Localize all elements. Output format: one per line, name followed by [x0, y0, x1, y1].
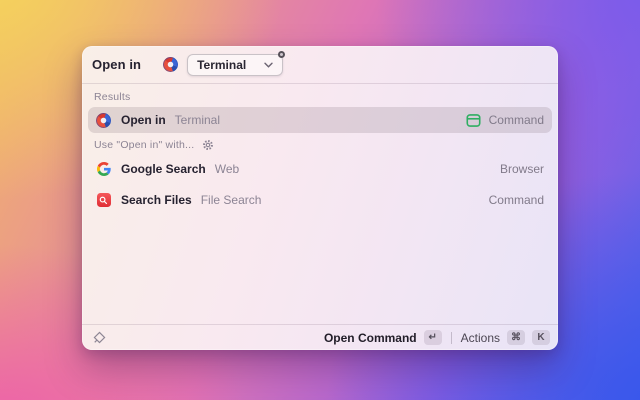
cmd-key-badge: ⌘: [507, 330, 525, 345]
action-bar: Open Command ↵ Actions ⌘ K: [82, 324, 558, 350]
actions-button[interactable]: Actions: [461, 331, 500, 345]
section-use-with-label: Use "Open in" with...: [94, 139, 214, 151]
row-accessory: Command: [488, 113, 544, 127]
row-subtitle: Web: [214, 162, 240, 176]
search-header[interactable]: Open in Terminal: [82, 46, 558, 84]
dropdown-selected-value: Terminal: [197, 57, 247, 72]
launcher-window: Open in Terminal Results Open in Termina…: [82, 46, 558, 350]
command-window-icon: [466, 113, 481, 127]
primary-action-button[interactable]: Open Command: [324, 331, 417, 345]
row-accessory: Browser: [499, 162, 544, 176]
command-query-text[interactable]: Open in: [92, 57, 141, 72]
magnifier-icon: [99, 196, 108, 204]
dropdown-notification-badge: [278, 50, 286, 58]
search-files-icon: [96, 193, 111, 208]
row-subtitle: Terminal: [174, 113, 221, 127]
section-results-label: Results: [94, 91, 131, 103]
result-row-search-files[interactable]: Search Files File Search Command: [88, 187, 552, 213]
result-row-google-search[interactable]: Google Search Web Browser: [88, 156, 552, 182]
gear-icon[interactable]: [202, 139, 214, 151]
footer-separator: [450, 331, 452, 344]
row-title: Search Files: [121, 193, 192, 207]
row-accessory: Command: [488, 193, 544, 207]
result-row-open-in[interactable]: Open in Terminal Command: [88, 107, 552, 133]
open-in-extension-icon: [163, 57, 179, 72]
return-key-badge: ↵: [423, 330, 442, 345]
open-in-extension-icon: [96, 112, 111, 128]
row-subtitle: File Search: [200, 193, 262, 207]
raycast-logo-icon: [93, 331, 106, 344]
google-g-logo-icon: [96, 162, 111, 177]
row-title: Open in: [121, 113, 166, 127]
desktop-background: Open in Terminal Results Open in Termina…: [0, 0, 640, 400]
chevron-down-icon: [264, 62, 273, 68]
row-title: Google Search: [121, 162, 206, 176]
terminal-dropdown[interactable]: Terminal: [187, 50, 286, 76]
k-key-badge: K: [532, 330, 550, 345]
